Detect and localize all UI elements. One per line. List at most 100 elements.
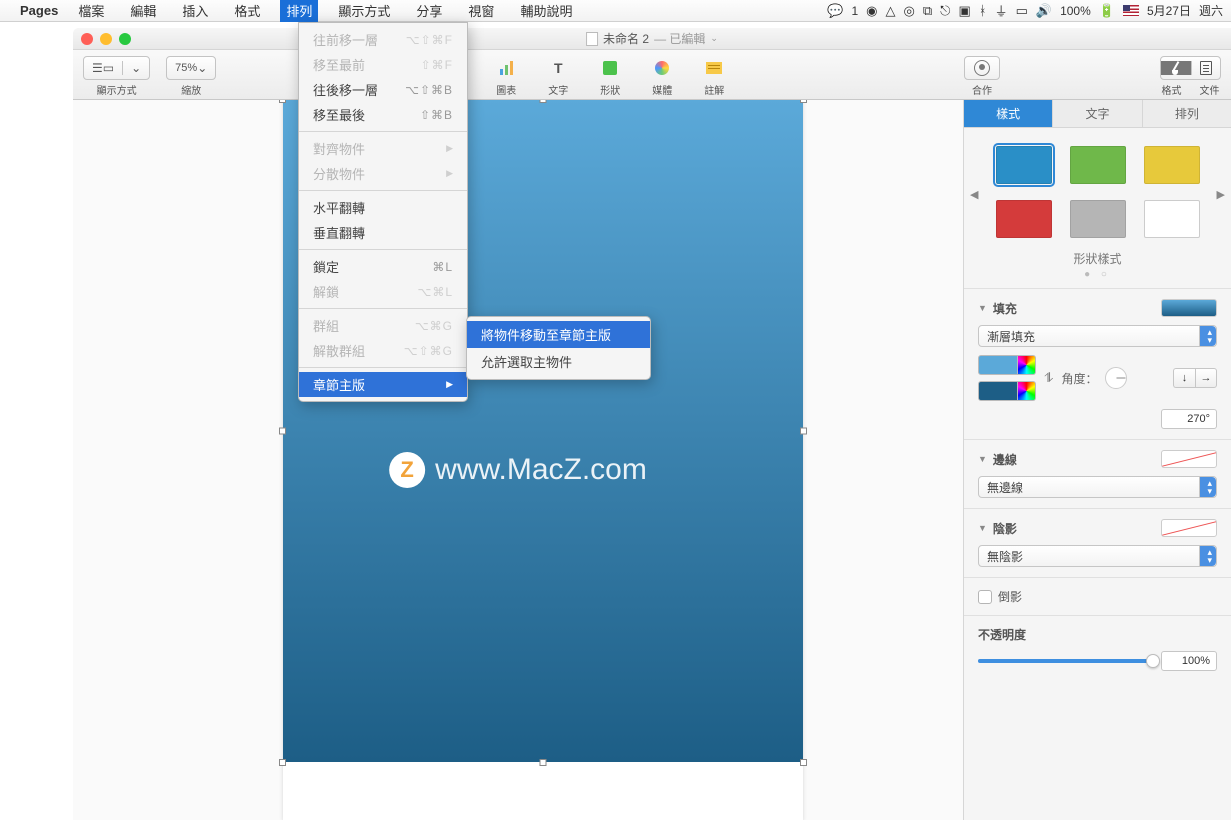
close-button[interactable] (81, 33, 93, 45)
dropbox-icon[interactable]: ⧉ (923, 3, 932, 19)
resize-handle-t[interactable] (540, 100, 547, 103)
text-button[interactable]: T 文字 (540, 56, 576, 97)
gradient-color-2[interactable] (978, 381, 1036, 401)
color-swatch-1[interactable] (978, 355, 1018, 375)
style-swatch-2[interactable] (1070, 146, 1126, 184)
menu-view[interactable]: 顯示方式 (332, 0, 396, 22)
line-icon[interactable]: ◎ (904, 3, 915, 19)
style-swatch-1[interactable] (996, 146, 1052, 184)
swap-colors-icon[interactable]: ⥮ (1044, 370, 1053, 386)
shadow-disclosure-icon[interactable]: ▼ (978, 523, 987, 533)
style-swatch-3[interactable] (1144, 146, 1200, 184)
style-prev-icon[interactable]: ◀ (970, 188, 978, 201)
view-button[interactable]: ☰▭⌄ 顯示方式 (83, 56, 150, 97)
menu-lock[interactable]: 鎖定⌘L (299, 254, 467, 279)
canvas-area[interactable]: Z www.MacZ.com (73, 100, 963, 820)
border-section: ▼ 邊線 無邊線 ▴▾ (964, 439, 1231, 508)
handoff-icon[interactable]: ▣ (958, 3, 970, 19)
menu-bring-to-front[interactable]: 移至最前⇧⌘F (299, 52, 467, 77)
shadow-type-select[interactable]: 無陰影 ▴▾ (978, 545, 1217, 567)
submenu-allow-select-master[interactable]: 允許選取主物件 (467, 348, 650, 375)
style-next-icon[interactable]: ▶ (1217, 188, 1225, 201)
submenu-move-to-master[interactable]: 將物件移動至章節主版 (467, 321, 650, 348)
angle-input[interactable]: 270° (1161, 409, 1217, 429)
maximize-button[interactable] (119, 33, 131, 45)
wifi-icon[interactable]: ⏚ (995, 1, 1008, 20)
menu-flip-vertical[interactable]: 垂直翻轉 (299, 220, 467, 245)
style-swatch-5[interactable] (1070, 200, 1126, 238)
menu-insert[interactable]: 插入 (176, 0, 214, 22)
input-source-flag-icon[interactable] (1123, 5, 1139, 16)
menubar-day[interactable]: 週六 (1199, 2, 1223, 19)
menu-file[interactable]: 檔案 (72, 0, 110, 22)
menu-bring-forward[interactable]: 往前移一層⌥⇧⌘F (299, 27, 467, 52)
reflection-checkbox[interactable] (978, 590, 992, 604)
menu-flip-horizontal[interactable]: 水平翻轉 (299, 195, 467, 220)
zoom-button[interactable]: 75% ⌄ 縮放 (166, 56, 216, 97)
menu-send-to-back[interactable]: 移至最後⇧⌘B (299, 102, 467, 127)
menu-format[interactable]: 格式 (228, 0, 266, 22)
angle-right-button[interactable]: → (1195, 368, 1217, 388)
menu-arrange[interactable]: 排列 (280, 0, 318, 22)
resize-handle-bl[interactable] (279, 759, 286, 766)
menu-edit[interactable]: 編輯 (124, 0, 162, 22)
app-name[interactable]: Pages (20, 3, 58, 18)
collaborate-button[interactable]: 合作 (964, 56, 1000, 97)
border-disclosure-icon[interactable]: ▼ (978, 454, 987, 464)
menu-unlock[interactable]: 解鎖⌥⌘L (299, 279, 467, 304)
style-swatch-6[interactable] (1144, 200, 1200, 238)
extension-icon[interactable]: ⎋ (940, 3, 950, 19)
battery-icon[interactable]: 🔋 (1099, 3, 1115, 19)
fill-preview[interactable] (1161, 299, 1217, 317)
pages-window: 未命名 2 — 已編輯 ⌄ ☰▭⌄ 顯示方式 75% ⌄ 縮放 圖表 T 文字 … (73, 28, 1231, 820)
angle-dial[interactable] (1105, 367, 1127, 389)
creative-cloud-icon[interactable]: ◉ (866, 3, 877, 19)
menu-align-objects[interactable]: 對齊物件 (299, 136, 467, 161)
menu-help[interactable]: 輔助說明 (514, 0, 578, 22)
gradient-color-1[interactable] (978, 355, 1036, 375)
resize-handle-r[interactable] (800, 428, 807, 435)
menu-send-backward[interactable]: 往後移一層⌥⇧⌘B (299, 77, 467, 102)
menubar-date[interactable]: 5月27日 (1147, 2, 1191, 19)
resize-handle-l[interactable] (279, 428, 286, 435)
document-button[interactable] (1192, 61, 1220, 75)
minimize-button[interactable] (100, 33, 112, 45)
color-wheel-icon[interactable] (1018, 381, 1036, 401)
resize-handle-tl[interactable] (279, 100, 286, 103)
comment-button[interactable]: 註解 (696, 56, 732, 97)
wechat-icon[interactable]: 💬 (827, 3, 843, 19)
google-drive-icon[interactable]: △ (886, 3, 896, 19)
title-chevron-icon[interactable]: ⌄ (710, 33, 718, 44)
angle-down-button[interactable]: ↓ (1173, 368, 1195, 388)
menu-group[interactable]: 群組⌥⌘G (299, 313, 467, 338)
color-swatch-2[interactable] (978, 381, 1018, 401)
shape-button[interactable]: 形狀 (592, 56, 628, 97)
fill-type-select[interactable]: 漸層填充 ▴▾ (978, 325, 1217, 347)
tab-text[interactable]: 文字 (1053, 100, 1142, 127)
opacity-slider[interactable] (978, 659, 1153, 663)
chart-button[interactable]: 圖表 (488, 56, 524, 97)
airplay-icon[interactable]: ▭ (1016, 3, 1028, 19)
menu-window[interactable]: 視窗 (462, 0, 500, 22)
format-button[interactable] (1161, 61, 1192, 75)
tab-style[interactable]: 樣式 (964, 100, 1053, 127)
border-preview[interactable] (1161, 450, 1217, 468)
bluetooth-icon[interactable]: ᚼ (979, 3, 987, 18)
opacity-input[interactable]: 100% (1161, 651, 1217, 671)
fill-disclosure-icon[interactable]: ▼ (978, 303, 987, 313)
menu-ungroup[interactable]: 解散群組⌥⇧⌘G (299, 338, 467, 363)
tab-arrange[interactable]: 排列 (1143, 100, 1231, 127)
style-swatch-4[interactable] (996, 200, 1052, 238)
menu-extras: 💬 1 ◉ △ ◎ ⧉ ⎋ ▣ ᚼ ⏚ ▭ 🔊 100% 🔋 5月27日 週六 (827, 1, 1223, 20)
shadow-preview[interactable] (1161, 519, 1217, 537)
resize-handle-tr[interactable] (800, 100, 807, 103)
border-type-select[interactable]: 無邊線 ▴▾ (978, 476, 1217, 498)
media-button[interactable]: 媒體 (644, 56, 680, 97)
volume-icon[interactable]: 🔊 (1036, 3, 1052, 19)
menu-section-master[interactable]: 章節主版 (299, 372, 467, 397)
menu-share[interactable]: 分享 (410, 0, 448, 22)
menu-distribute-objects[interactable]: 分散物件 (299, 161, 467, 186)
color-wheel-icon[interactable] (1018, 355, 1036, 375)
resize-handle-b[interactable] (540, 759, 547, 766)
resize-handle-br[interactable] (800, 759, 807, 766)
